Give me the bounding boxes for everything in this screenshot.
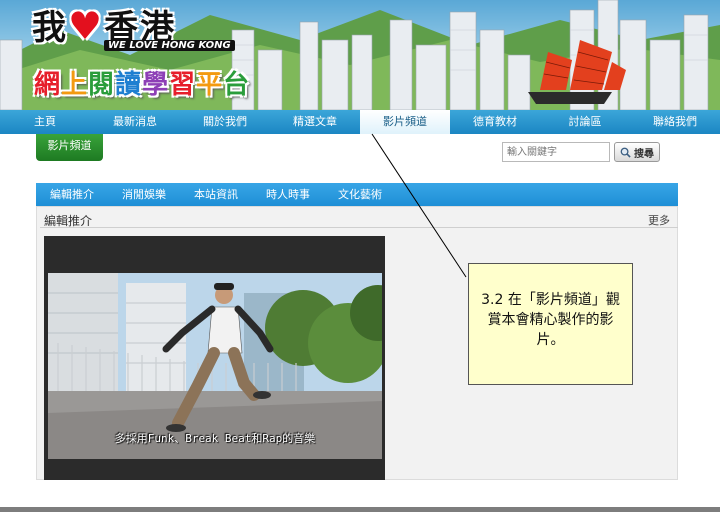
instruction-note: 3.2 在「影片頻道」觀賞本會精心製作的影片。: [468, 263, 633, 385]
bottom-border: [0, 507, 720, 512]
note-step-number: 3.2: [481, 292, 504, 308]
note-text: 在「影片頻道」觀賞本會精心製作的影片。: [487, 292, 620, 348]
callout-pointer-line: [371, 133, 467, 278]
